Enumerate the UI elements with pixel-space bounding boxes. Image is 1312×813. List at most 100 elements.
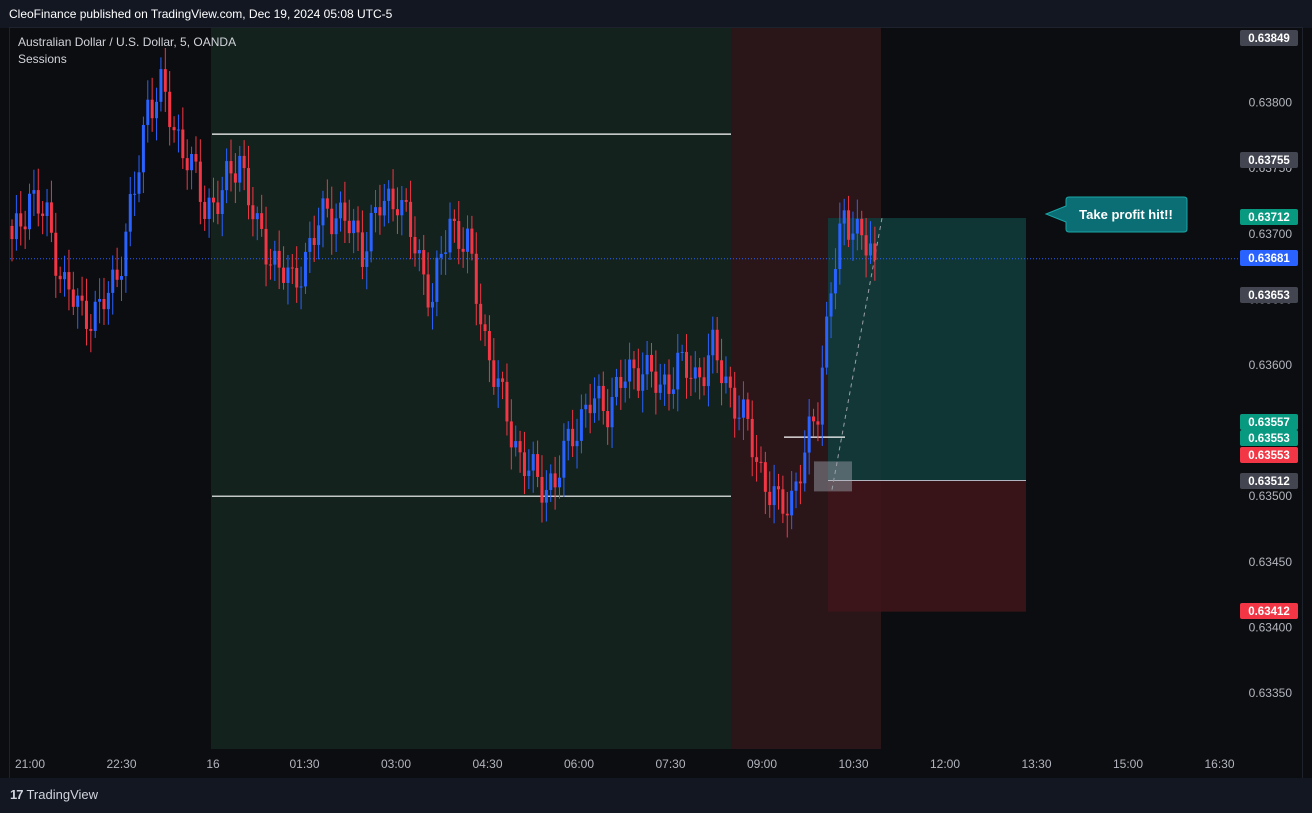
candle-body: [339, 202, 342, 219]
candle: [141, 116, 145, 194]
candle-body: [93, 301, 97, 331]
candle: [14, 194, 18, 251]
candle-body: [84, 300, 88, 329]
price-tag-label: 0.63755: [1248, 155, 1290, 167]
candle-body: [435, 257, 439, 302]
candle-body: [36, 190, 40, 214]
candle: [98, 278, 102, 324]
candle-body: [229, 161, 233, 174]
candle: [172, 116, 176, 143]
candle-body: [514, 441, 518, 448]
candle-body: [120, 276, 123, 280]
price-tag: 0.63653: [1240, 287, 1298, 303]
candle: [10, 219, 14, 262]
candle-body: [544, 489, 548, 503]
candle-body: [299, 286, 303, 288]
candle-body: [803, 452, 807, 484]
candle-body: [54, 232, 58, 276]
candle-body: [63, 272, 67, 280]
candle-body: [466, 228, 470, 252]
candle-body: [487, 331, 491, 361]
candle-body: [400, 200, 404, 216]
tradingview-logo[interactable]: 17 TradingView: [10, 787, 98, 802]
candle: [115, 247, 119, 288]
candle-body: [649, 354, 653, 372]
price-tag-label: 0.63557: [1248, 417, 1290, 429]
candle-body: [461, 248, 465, 252]
candle: [45, 188, 49, 237]
candle-body: [733, 387, 737, 419]
candle-body: [496, 378, 500, 387]
candle-body: [614, 376, 618, 397]
candle-body: [597, 385, 601, 399]
candle-body: [203, 201, 207, 219]
candle-body: [566, 428, 570, 441]
indicator-label[interactable]: Sessions: [18, 51, 236, 68]
candle-body: [10, 225, 14, 240]
candle: [133, 171, 137, 216]
candle: [194, 136, 198, 173]
y-tick-label: 0.63400: [1249, 620, 1293, 634]
candle-body: [452, 218, 456, 222]
tradingview-logo-icon: 17: [10, 787, 24, 802]
candle-body: [864, 235, 868, 256]
candle-body: [584, 404, 588, 410]
candle-body: [308, 238, 312, 252]
candle: [63, 255, 67, 297]
candle-body: [98, 298, 102, 302]
candle-body: [838, 223, 842, 270]
price-tag-label: 0.63512: [1248, 476, 1290, 488]
candle-body: [794, 481, 798, 491]
price-chart[interactable]: 0.638000.637500.637000.636500.636000.635…: [0, 0, 1312, 813]
candle-body: [746, 399, 750, 419]
candle-body: [492, 360, 496, 387]
candle-body: [571, 428, 575, 447]
callout-text: Take profit hit!!: [1079, 207, 1173, 222]
footer-bar: [0, 778, 1312, 813]
tradingview-logo-text: TradingView: [26, 787, 99, 802]
y-tick-label: 0.63800: [1249, 96, 1293, 110]
y-tick-label: 0.63700: [1249, 227, 1293, 241]
candle-body: [820, 367, 824, 425]
candle-body: [32, 190, 36, 194]
candle: [111, 255, 115, 315]
candle-body: [277, 250, 281, 268]
candle-body: [395, 209, 399, 216]
candle-body: [658, 384, 662, 393]
candle-body: [868, 243, 872, 256]
symbol-title[interactable]: Australian Dollar / U.S. Dollar, 5, OAND…: [18, 34, 236, 51]
candle-body: [290, 267, 294, 269]
session-backgrounds: [211, 28, 881, 749]
candle-body: [317, 225, 321, 245]
candle: [76, 288, 80, 329]
x-tick-label: 06:00: [564, 757, 594, 771]
x-tick-label: 04:30: [472, 757, 502, 771]
candle-body: [102, 298, 106, 310]
candle-body: [45, 202, 49, 216]
x-tick-label: 01:30: [289, 757, 319, 771]
candle-body: [790, 490, 794, 516]
candle-body: [233, 173, 237, 183]
candle-body: [772, 486, 776, 506]
candle-body: [106, 292, 110, 310]
candle-body: [685, 351, 689, 378]
candle: [124, 223, 128, 293]
candle-body: [115, 269, 119, 280]
candle-body: [702, 377, 706, 387]
candle-body: [847, 210, 851, 240]
candle-body: [531, 454, 535, 471]
candle-body: [680, 351, 684, 353]
candle-body: [352, 220, 356, 234]
y-tick-label: 0.63350: [1249, 686, 1293, 700]
candle-body: [505, 381, 509, 422]
candle-body: [693, 367, 697, 379]
candle: [80, 276, 84, 316]
candle-body: [176, 129, 180, 131]
x-tick-label: 03:00: [381, 757, 411, 771]
candle-body: [286, 267, 290, 283]
annotations: Take profit hit!!: [1044, 196, 1188, 233]
candle-body: [728, 376, 732, 388]
candle-body: [295, 267, 299, 288]
candle-body: [619, 376, 623, 388]
candle-body: [457, 221, 461, 249]
